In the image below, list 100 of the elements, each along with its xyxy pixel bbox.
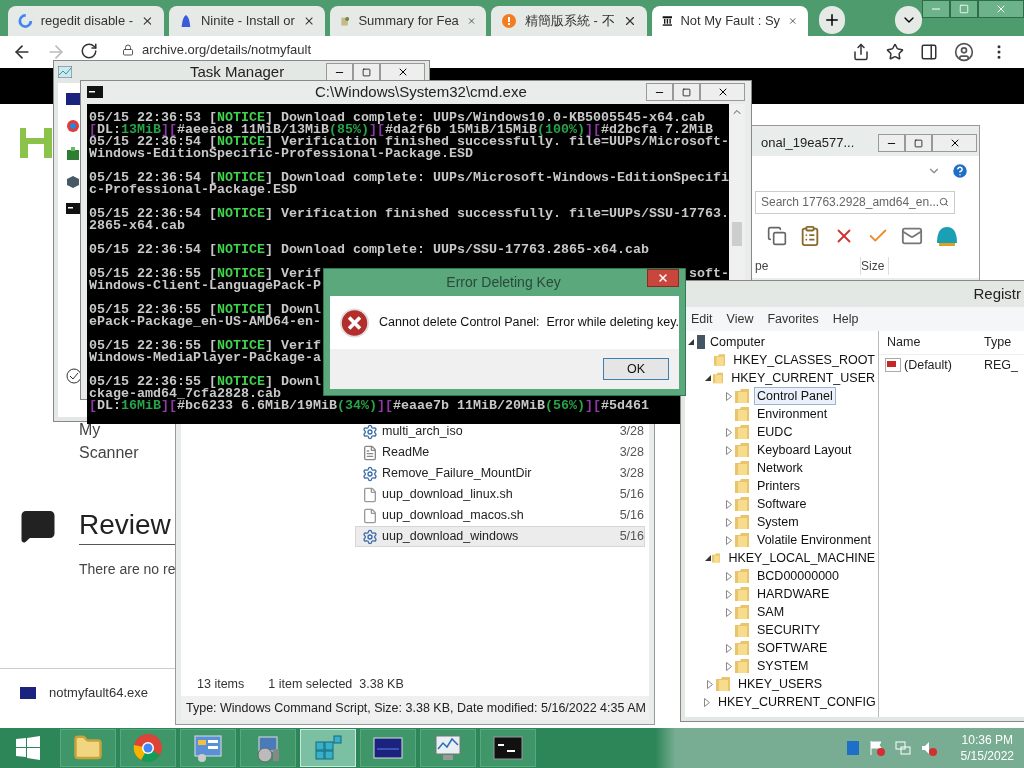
close-icon[interactable] xyxy=(141,14,154,28)
tree-item[interactable]: System xyxy=(754,513,802,531)
close-icon xyxy=(657,272,669,284)
maximize-button[interactable] xyxy=(905,134,932,152)
menu-item[interactable]: Favorites xyxy=(767,309,819,329)
envelope-icon[interactable] xyxy=(901,225,923,247)
ok-button[interactable]: OK xyxy=(603,358,669,380)
minimize-button[interactable] xyxy=(646,83,673,102)
taskbar-button[interactable] xyxy=(420,729,476,767)
flag-icon[interactable] xyxy=(868,740,885,756)
tree-item[interactable]: Volatile Environment xyxy=(754,531,874,549)
expanded-arrow-icon[interactable] xyxy=(688,339,694,345)
column-header[interactable]: Size xyxy=(861,257,890,275)
tree-item[interactable]: HKEY_CLASSES_ROOT xyxy=(730,351,878,369)
taskbar-button[interactable] xyxy=(180,729,236,767)
tree-item[interactable]: HARDWARE xyxy=(754,585,833,603)
tree-item[interactable]: SAM xyxy=(754,603,788,621)
tree-item[interactable]: SOFTWARE xyxy=(754,639,831,657)
tree-item[interactable]: Printers xyxy=(754,477,804,495)
help-icon[interactable] xyxy=(951,162,969,180)
tree-item[interactable]: HKEY_LOCAL_MACHINE xyxy=(725,549,878,567)
collapsed-arrow-icon[interactable] xyxy=(726,445,732,455)
tree-item[interactable]: Control Panel xyxy=(754,387,836,405)
collapsed-arrow-icon[interactable] xyxy=(726,571,732,581)
minimize-button[interactable] xyxy=(922,0,950,18)
tree-item[interactable]: Network xyxy=(754,459,806,477)
browser-tab[interactable]: regedit disable - xyxy=(8,6,164,36)
file-row[interactable]: ReadMe 3/28 xyxy=(355,442,645,463)
tree-item[interactable]: HKEY_CURRENT_CONFIG xyxy=(715,693,879,711)
collapsed-arrow-icon[interactable] xyxy=(726,517,732,527)
tree-item[interactable]: SECURITY xyxy=(754,621,824,639)
column-header[interactable]: Name xyxy=(887,333,984,352)
menu-item[interactable]: View xyxy=(726,309,754,329)
check-circle-icon xyxy=(66,368,82,384)
browser-tab[interactable]: 精簡版系統 - 不 xyxy=(491,6,647,36)
copy-icon[interactable] xyxy=(767,226,787,246)
collapsed-arrow-icon[interactable] xyxy=(726,391,732,401)
tree-item[interactable]: EUDC xyxy=(754,423,796,441)
file-row[interactable]: uup_download_windows 5/16 xyxy=(355,526,645,547)
expanded-arrow-icon[interactable] xyxy=(705,375,712,381)
collapsed-arrow-icon[interactable] xyxy=(726,607,732,617)
menu-item[interactable]: Edit xyxy=(691,309,713,329)
expanded-arrow-icon[interactable] xyxy=(704,555,711,561)
collapsed-arrow-icon[interactable] xyxy=(726,661,732,671)
file-row[interactable]: Remove_Failure_MountDir 3/28 xyxy=(355,463,645,484)
value-name[interactable]: (Default) xyxy=(904,355,984,375)
reload-icon[interactable] xyxy=(80,42,98,60)
minimize-button[interactable] xyxy=(326,63,353,81)
collapsed-arrow-icon[interactable] xyxy=(726,589,732,599)
close-button[interactable] xyxy=(647,269,679,287)
tree-item[interactable]: HKEY_CURRENT_USER xyxy=(728,369,878,387)
tree-item[interactable]: Keyboard Layout xyxy=(754,441,855,459)
side-panel-icon[interactable] xyxy=(920,43,938,61)
scrollbar-thumb[interactable] xyxy=(732,221,742,246)
text-file-icon xyxy=(362,444,378,461)
collapsed-arrow-icon[interactable] xyxy=(707,679,713,689)
maximize-button[interactable] xyxy=(950,0,978,18)
new-tab-button[interactable] xyxy=(818,6,846,34)
tree-item[interactable]: SYSTEM xyxy=(754,657,812,675)
maximize-button[interactable] xyxy=(353,63,380,81)
profile-icon[interactable] xyxy=(954,42,974,62)
network-icon[interactable] xyxy=(894,740,911,756)
muted-speaker-icon[interactable] xyxy=(920,740,937,756)
tab-list-button[interactable] xyxy=(895,6,922,34)
menu-item[interactable]: Help xyxy=(832,309,859,329)
browser-tab[interactable]: Not My Fault : Sy xyxy=(651,6,808,36)
tree-item[interactable]: Software xyxy=(754,495,810,513)
console-line: [DL:13MiB][#aeeac8 11MiB/13MiB(85%)][#da2f6b 15MiB/15MiB(100%)][#d2bcfa 7.2MiB xyxy=(89,123,713,136)
maximize-button[interactable] xyxy=(673,83,700,102)
browser-tab[interactable]: Summary for Fea xyxy=(330,6,486,36)
minimize-button[interactable] xyxy=(878,134,905,152)
script-file-icon xyxy=(362,423,378,440)
column-header[interactable]: pe xyxy=(755,257,861,275)
file-row[interactable]: uup_download_macos.sh 5/16 xyxy=(355,505,645,526)
share-icon[interactable] xyxy=(852,43,870,61)
url-text[interactable]: archive.org/details/notmyfault xyxy=(142,43,312,57)
star-icon[interactable] xyxy=(886,43,904,61)
tree-item[interactable]: HKEY_USERS xyxy=(735,675,826,693)
shell-icon[interactable] xyxy=(935,225,959,247)
column-header[interactable]: Type xyxy=(984,333,1012,352)
close-button[interactable] xyxy=(380,63,425,81)
taskbar-button[interactable] xyxy=(360,729,416,767)
collapsed-arrow-icon[interactable] xyxy=(704,697,710,707)
collapsed-arrow-icon[interactable] xyxy=(726,427,732,437)
file-row[interactable]: uup_download_linux.sh 5/16 xyxy=(355,484,645,505)
taskbar-button[interactable] xyxy=(480,729,536,767)
clipboard-icon[interactable] xyxy=(799,225,821,247)
download-filename[interactable]: notmyfault64.exe xyxy=(49,682,148,703)
browser-tab[interactable]: Ninite - Install or xyxy=(169,6,325,36)
taskbar-button[interactable] xyxy=(120,729,176,767)
collapsed-arrow-icon[interactable] xyxy=(726,535,732,545)
building-icon xyxy=(661,13,673,29)
search-field[interactable]: Search 17763.2928_amd64_en... xyxy=(755,190,955,214)
file-row[interactable]: multi_arch_iso 3/28 xyxy=(355,421,645,442)
tree-item[interactable]: Environment xyxy=(754,405,831,423)
tree-item[interactable]: BCD00000000 xyxy=(754,567,842,585)
collapsed-arrow-icon[interactable] xyxy=(726,499,732,509)
tree-item[interactable]: Computer xyxy=(707,333,768,351)
collapsed-arrow-icon[interactable] xyxy=(726,643,732,653)
window-icon[interactable] xyxy=(846,741,859,755)
